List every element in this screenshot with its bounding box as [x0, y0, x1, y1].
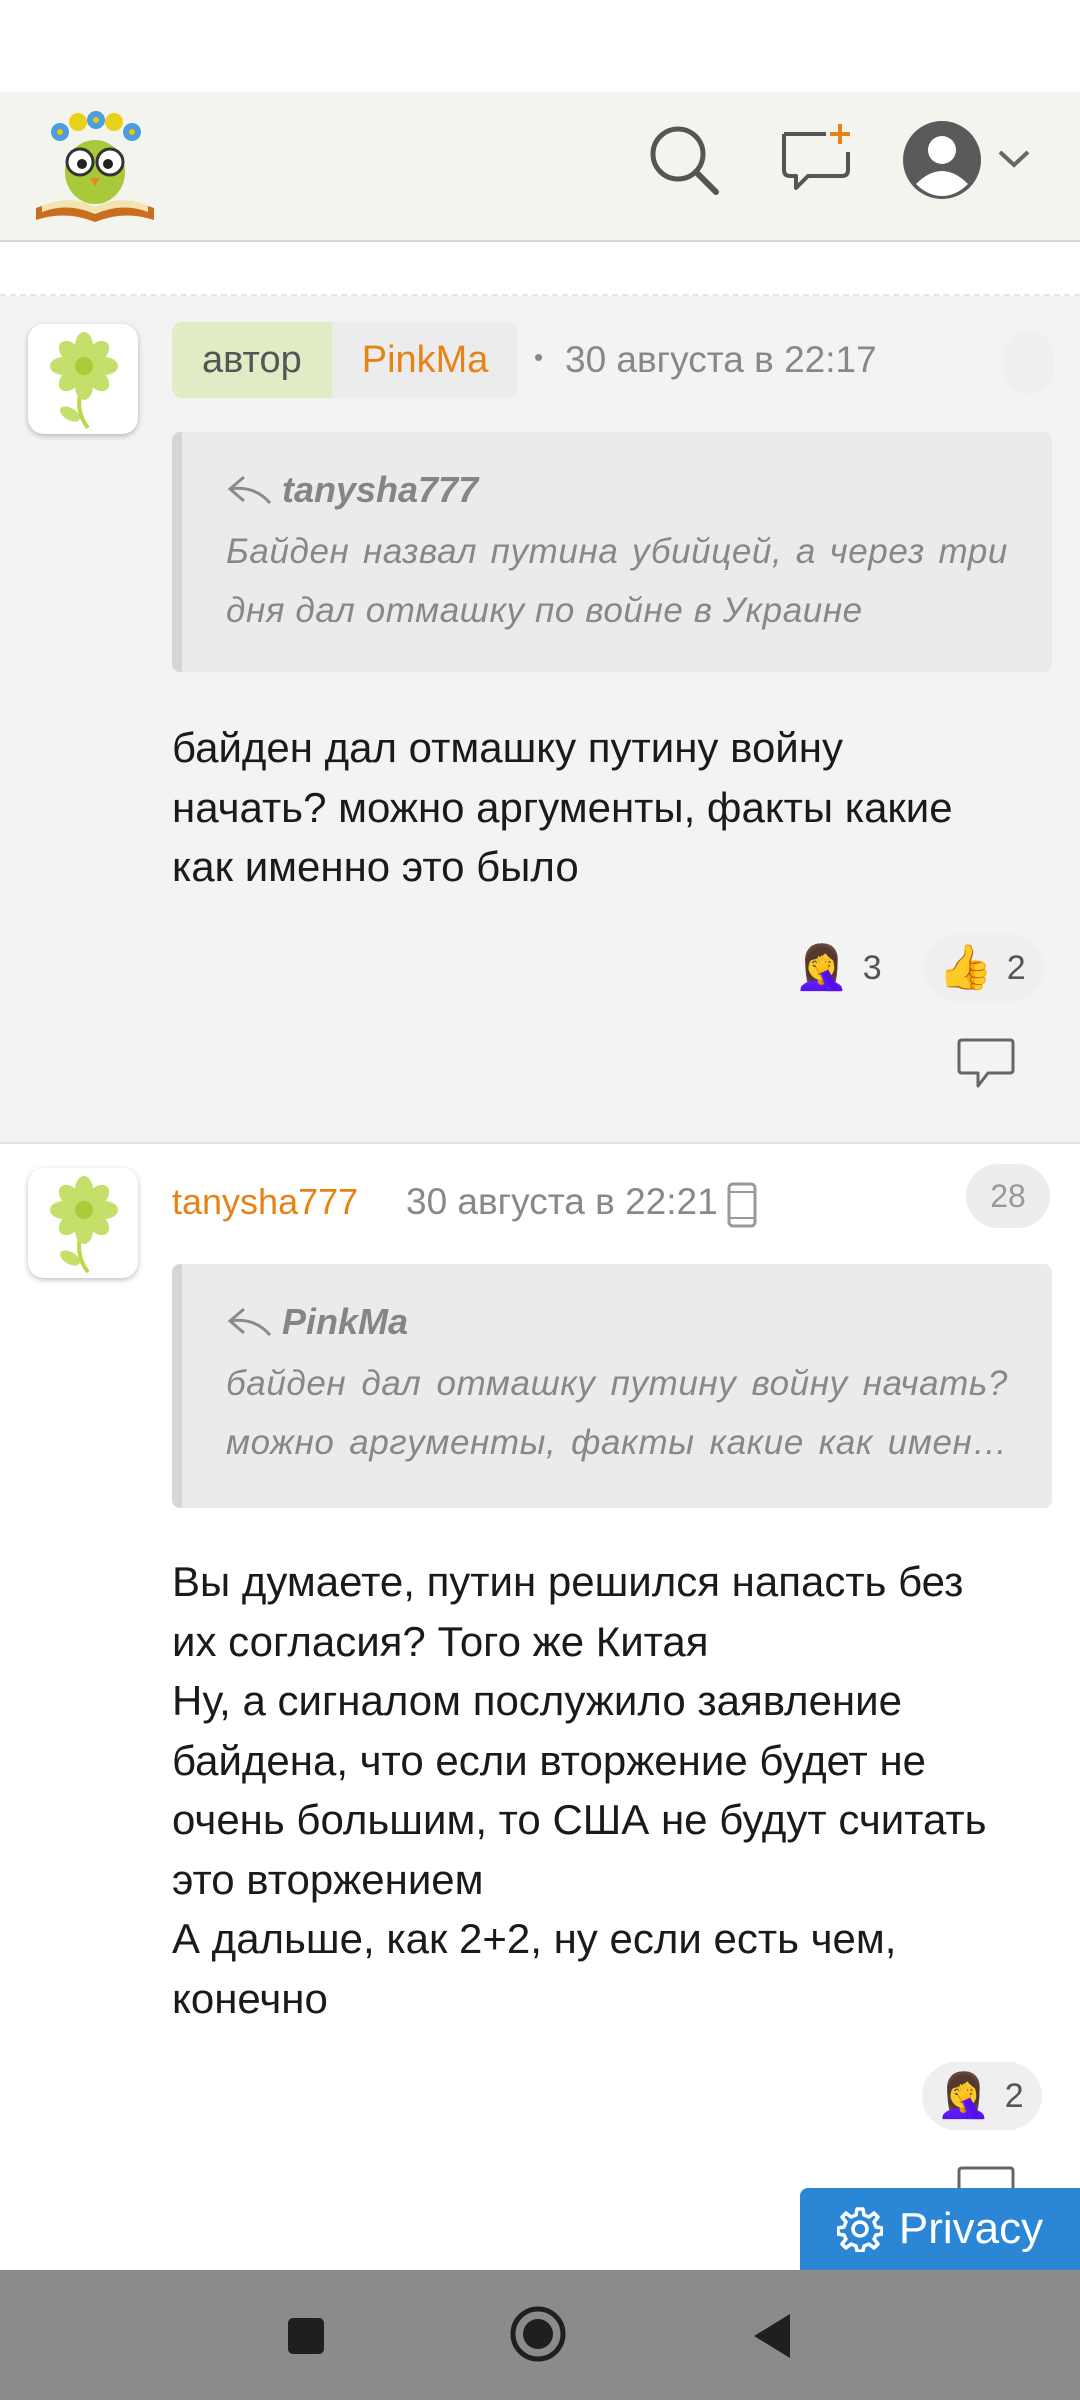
- quote-author: tanysha777: [282, 469, 479, 510]
- facepalm-icon: 🤦‍♀️: [794, 943, 849, 992]
- new-post-icon[interactable]: [778, 122, 854, 194]
- user-avatar-icon: [903, 121, 981, 199]
- quote-block[interactable]: tanysha777 Байден назвал путина убийцей,…: [172, 432, 1052, 672]
- avatar[interactable]: [28, 1168, 138, 1278]
- quote-text: Байден назвал путина убийцей, а через тр…: [226, 532, 1008, 630]
- separator-dot: •: [534, 342, 544, 372]
- search-icon[interactable]: [646, 122, 720, 196]
- status-bar: [0, 0, 1080, 92]
- comment-number-badge[interactable]: 28: [966, 1164, 1050, 1228]
- reaction-count: 2: [1004, 2076, 1024, 2115]
- divider: [0, 242, 1080, 296]
- comment-date[interactable]: 30 августа в 22:17: [565, 338, 877, 382]
- site-logo[interactable]: [32, 108, 158, 226]
- reaction-count: 2: [1006, 948, 1026, 987]
- comment: tanysha777 30 августа в 22:21 28 PinkMa …: [0, 1144, 1080, 2270]
- quote-text: байден дал отмашку путину войну начать? …: [226, 1364, 1008, 1462]
- quote-block[interactable]: PinkMa байден дал отмашку путину войну н…: [172, 1264, 1052, 1508]
- thumbs-up-icon: 👍: [938, 943, 993, 992]
- author-badge-group: автор PinkMa: [172, 322, 519, 398]
- profile-menu-button[interactable]: [900, 118, 1040, 202]
- privacy-label: Privacy: [898, 2204, 1044, 2253]
- system-nav-bar: [0, 2270, 1080, 2400]
- facepalm-icon: 🤦‍♀️: [936, 2071, 991, 2120]
- flower-icon: [50, 332, 118, 430]
- username-link[interactable]: tanysha777: [172, 1180, 358, 1224]
- triangle-back-icon[interactable]: [750, 2312, 794, 2360]
- comment-date[interactable]: 30 августа в 22:21: [406, 1180, 718, 1224]
- circle-icon[interactable]: [508, 2304, 568, 2364]
- comment-menu-badge[interactable]: [1004, 330, 1054, 394]
- author-tag: автор: [172, 322, 332, 398]
- comment-body: байден дал отмашку путину войну начать? …: [172, 724, 953, 890]
- reply-arrow-icon: [227, 475, 272, 505]
- reaction-count: 3: [862, 948, 882, 987]
- comment-body: Вы думаете, путин решился напасть без их…: [172, 1558, 987, 2022]
- app-header: [0, 92, 1080, 242]
- chevron-down-icon: [998, 150, 1030, 168]
- reply-comment-icon[interactable]: [956, 1036, 1016, 1090]
- reaction-facepalm[interactable]: 🤦‍♀️ 3: [780, 934, 900, 1002]
- quote-author: PinkMa: [282, 1301, 409, 1342]
- privacy-button[interactable]: Privacy: [800, 2188, 1080, 2270]
- reaction-facepalm[interactable]: 🤦‍♀️ 2: [922, 2062, 1042, 2130]
- avatar[interactable]: [28, 324, 138, 434]
- comment: автор PinkMa • 30 августа в 22:17 tanysh…: [0, 296, 1080, 1144]
- mobile-phone-icon: [727, 1182, 757, 1228]
- reply-arrow-icon: [227, 1307, 272, 1337]
- gear-icon: [836, 2207, 883, 2252]
- username-link[interactable]: PinkMa: [331, 322, 519, 398]
- square-icon[interactable]: [286, 2316, 326, 2356]
- flower-icon: [50, 1176, 118, 1274]
- reaction-thumbs-up[interactable]: 👍 2: [924, 934, 1044, 1002]
